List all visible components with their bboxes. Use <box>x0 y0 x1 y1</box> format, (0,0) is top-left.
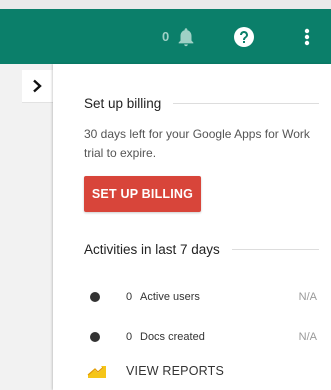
app-bar: 0 <box>0 9 331 64</box>
docs-created-label: Docs created <box>140 331 205 343</box>
view-reports-link[interactable]: VIEW REPORTS <box>87 360 224 382</box>
docs-created-count: 0 <box>126 331 133 343</box>
notification-count: 0 <box>162 29 170 44</box>
active-users-count: 0 <box>126 291 133 303</box>
view-reports-label: VIEW REPORTS <box>126 364 225 378</box>
billing-title: Set up billing <box>84 96 162 111</box>
list-item: 0 Docs created N/A <box>90 328 317 346</box>
active-users-label: Active users <box>140 291 200 303</box>
divider <box>173 103 319 104</box>
sidebar-toggle-button[interactable] <box>22 70 53 103</box>
docs-created-value: N/A <box>298 331 317 343</box>
divider <box>231 249 319 250</box>
dashboard-panel: Set up billing 30 days left for your Goo… <box>53 64 331 390</box>
set-up-billing-button[interactable]: SET UP BILLING <box>84 176 201 212</box>
trial-message: 30 days left for your Google Apps for Wo… <box>84 127 310 160</box>
more-vert-icon[interactable] <box>298 25 316 49</box>
list-item: 0 Active users N/A <box>90 288 317 306</box>
left-sidebar <box>0 64 53 390</box>
activities-title: Activities in last 7 days <box>84 242 220 257</box>
trending-up-icon <box>87 366 106 378</box>
bullet-icon <box>90 292 100 302</box>
activities-section-header: Activities in last 7 days <box>84 242 319 257</box>
bullet-icon <box>90 332 100 342</box>
help-icon[interactable] <box>232 25 256 49</box>
window-top-strip <box>0 0 331 9</box>
chevron-right-icon <box>33 79 42 93</box>
bell-icon[interactable] <box>175 25 197 49</box>
active-users-value: N/A <box>298 291 317 303</box>
billing-section-header: Set up billing <box>84 96 319 111</box>
